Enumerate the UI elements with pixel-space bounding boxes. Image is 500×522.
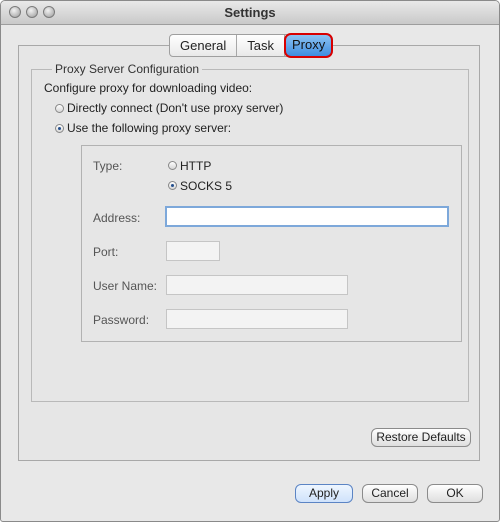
- tab-task[interactable]: Task: [237, 35, 285, 56]
- type-label: Type:: [93, 159, 123, 173]
- description-text: Configure proxy for downloading video:: [44, 81, 253, 95]
- title-bar: Settings: [1, 1, 499, 25]
- use-proxy-radio[interactable]: [55, 124, 64, 133]
- address-label: Address:: [93, 211, 141, 225]
- ok-button[interactable]: OK: [427, 484, 483, 503]
- username-input[interactable]: [166, 275, 348, 295]
- password-input[interactable]: [166, 309, 348, 329]
- tab-general[interactable]: General: [170, 35, 238, 56]
- use-proxy-label: Use the following proxy server:: [67, 121, 232, 135]
- socks5-label: SOCKS 5: [180, 179, 233, 193]
- window-title: Settings: [224, 5, 276, 20]
- port-input[interactable]: [166, 241, 220, 261]
- tab-proxy[interactable]: Proxy: [283, 33, 334, 58]
- port-label: Port:: [93, 245, 119, 259]
- direct-connect-label: Directly connect (Don't use proxy server…: [67, 101, 284, 115]
- restore-defaults-button[interactable]: Restore Defaults: [371, 428, 471, 447]
- socks5-radio[interactable]: [168, 181, 177, 190]
- section-title: Proxy Server Configuration: [52, 62, 203, 76]
- http-radio[interactable]: [168, 161, 177, 170]
- apply-button[interactable]: Apply: [295, 484, 353, 503]
- direct-connect-radio[interactable]: [55, 104, 64, 113]
- username-label: User Name:: [93, 279, 158, 293]
- cancel-button[interactable]: Cancel: [362, 484, 418, 503]
- address-input[interactable]: [165, 206, 449, 227]
- password-label: Password:: [93, 313, 150, 327]
- tab-bar: General Task Proxy: [169, 33, 334, 58]
- settings-window: Settings General Task Proxy Proxy Server…: [0, 0, 500, 522]
- http-label: HTTP: [180, 159, 212, 173]
